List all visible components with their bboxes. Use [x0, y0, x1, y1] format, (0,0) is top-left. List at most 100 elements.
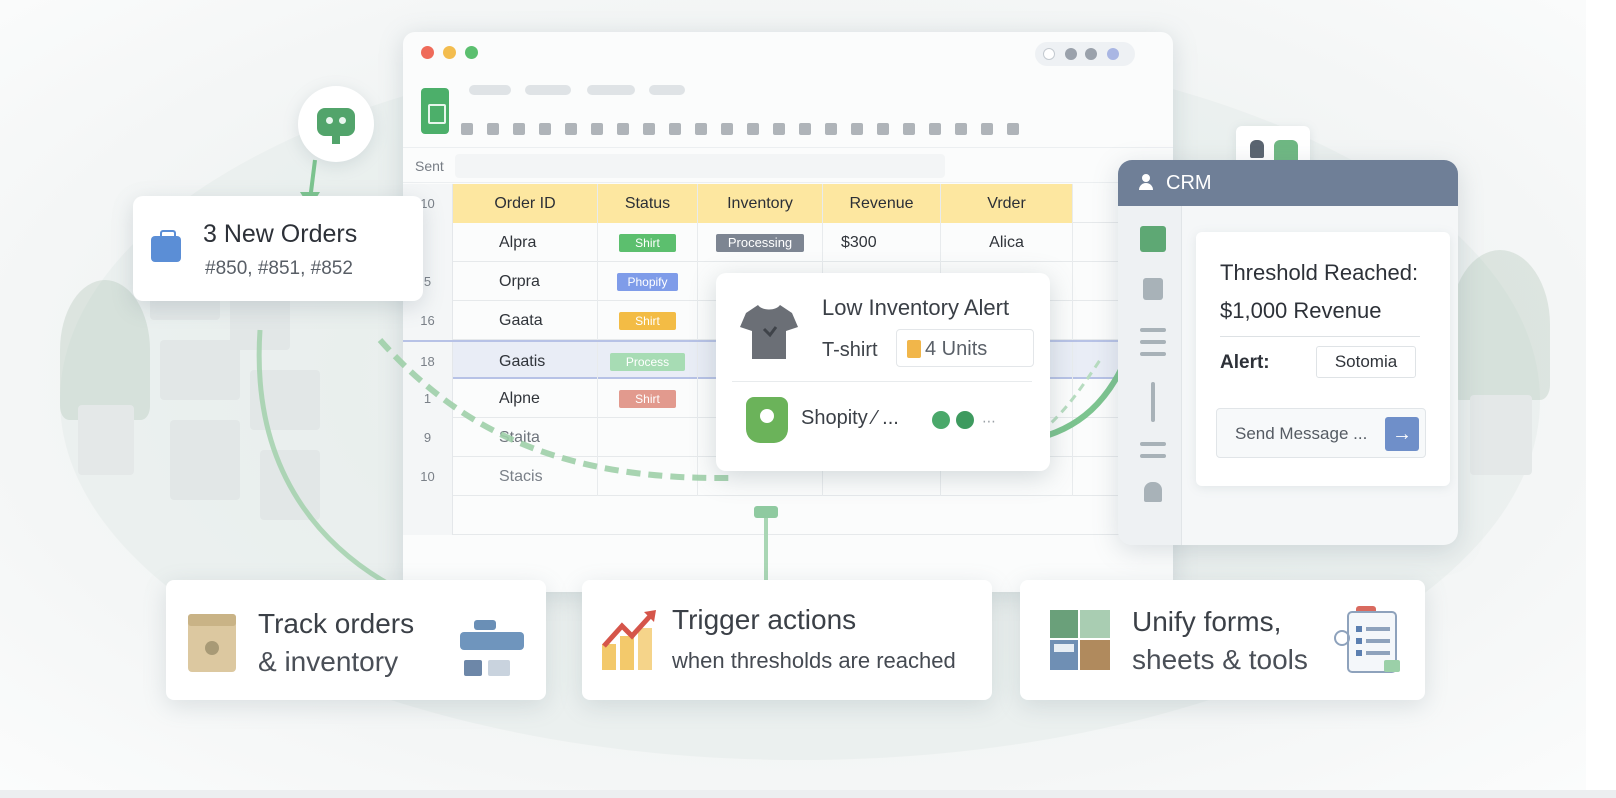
order-id-cell[interactable]: Gaatis — [453, 342, 598, 381]
package-icon — [188, 614, 236, 672]
column-header[interactable]: Vrder — [941, 184, 1073, 223]
inventory-cell[interactable]: Processing — [698, 223, 823, 262]
checklist-icon — [1334, 606, 1400, 673]
block-decoration — [150, 260, 410, 560]
order-id-cell[interactable]: Alpra — [453, 223, 598, 262]
toolbar-icon[interactable] — [643, 123, 655, 135]
menu-item[interactable] — [587, 85, 635, 95]
send-button[interactable]: → — [1385, 417, 1419, 451]
row-number: 18 — [403, 342, 453, 381]
toolbar-icon[interactable] — [617, 123, 629, 135]
low-inventory-alert[interactable]: Low Inventory Alert T-shirt 4 Units Shop… — [716, 273, 1050, 471]
status-badge: Shirt — [619, 311, 676, 330]
order-id-cell[interactable]: Alpne — [453, 379, 598, 418]
feature-card-trigger: Trigger actions when thresholds are reac… — [582, 580, 992, 700]
feature-title: Unify forms, — [1132, 606, 1282, 637]
toolbar-icon[interactable] — [799, 123, 811, 135]
sidebar-item-sheets[interactable] — [1140, 226, 1166, 252]
toolbar-icon[interactable] — [669, 123, 681, 135]
row-number — [403, 496, 453, 535]
toolbar-icon[interactable] — [929, 123, 941, 135]
row-number: 1 — [403, 379, 453, 418]
toolbar-icon[interactable] — [747, 123, 759, 135]
toolbar-icon[interactable] — [721, 123, 733, 135]
crm-title: CRM — [1166, 172, 1212, 194]
status-cell[interactable]: Process — [598, 342, 698, 381]
close-dot[interactable] — [421, 46, 434, 59]
page-margin — [1586, 0, 1616, 790]
integration-label[interactable]: Shopity ⁄ ... — [801, 407, 899, 430]
alert-item: T-shirt — [822, 339, 878, 361]
revenue-cell[interactable]: $300 — [823, 223, 941, 262]
units-field: 4 Units — [896, 329, 1034, 367]
menu-item[interactable] — [469, 85, 511, 95]
crm-sidebar — [1118, 206, 1182, 545]
pot-decoration — [78, 405, 134, 475]
status-cell[interactable]: Shirt — [598, 223, 698, 262]
column-header[interactable]: Status — [598, 184, 698, 223]
status-cell[interactable] — [598, 418, 698, 457]
more-icon[interactable]: ⋯ — [982, 413, 996, 430]
plant-decoration — [1450, 250, 1550, 400]
sync-icon — [956, 411, 974, 429]
feature-subtitle: sheets & tools — [1132, 644, 1308, 675]
toolbar-icon[interactable] — [851, 123, 863, 135]
toolbar-icon[interactable] — [825, 123, 837, 135]
toolbar-icon[interactable] — [955, 123, 967, 135]
send-message-input[interactable]: Send Message ... → — [1216, 408, 1426, 458]
row-number: 10 — [403, 457, 453, 496]
toolbar-icon[interactable] — [513, 123, 525, 135]
status-dot-icon — [932, 411, 950, 429]
minimize-dot[interactable] — [443, 46, 456, 59]
status-badge: Shirt — [619, 233, 676, 252]
crm-panel: CRM Threshold Reached: $1,000 Revenue Al… — [1118, 160, 1458, 545]
menu-item[interactable] — [525, 85, 571, 95]
plant-decoration — [60, 280, 150, 420]
status-cell[interactable] — [598, 457, 698, 496]
table-header-row: 10 Order ID Status Inventory Revenue Vrd… — [403, 184, 1173, 223]
tshirt-icon — [740, 305, 798, 359]
trend-up-icon — [602, 610, 656, 670]
column-header[interactable]: Revenue — [823, 184, 941, 223]
toolbar-icon[interactable] — [877, 123, 889, 135]
units-value: 4 Units — [925, 338, 988, 360]
toolbar-icon[interactable] — [1007, 123, 1019, 135]
status-cell[interactable]: Shirt — [598, 301, 698, 340]
status-cell[interactable]: Phopify — [598, 262, 698, 301]
feature-title: Track orders — [258, 608, 415, 639]
hero-illustration: Sent 10 Order ID Status Inventory Revenu… — [0, 0, 1586, 790]
toolbar-icon[interactable] — [539, 123, 551, 135]
toolbar-icon[interactable] — [773, 123, 785, 135]
toolbar-icon[interactable] — [565, 123, 577, 135]
stock-icon — [907, 340, 921, 358]
column-header[interactable]: Order ID — [453, 184, 598, 223]
window-controls[interactable] — [1035, 42, 1135, 66]
toolbar-icon[interactable] — [461, 123, 473, 135]
order-id-cell[interactable]: Staita — [453, 418, 598, 457]
order-id-cell[interactable]: Stacis — [453, 457, 598, 496]
new-orders-title: 3 New Orders — [203, 220, 358, 248]
table-row[interactable]: Alpra Shirt Processing $300 Alica — [403, 223, 1173, 262]
new-orders-card[interactable]: 3 New Orders #850, #851, #852 — [133, 196, 423, 301]
order-id-cell[interactable]: Orpra — [453, 262, 598, 301]
toolbar-icon[interactable] — [591, 123, 603, 135]
formula-input[interactable] — [455, 154, 945, 178]
sidebar-item-home[interactable] — [1144, 482, 1162, 502]
order-id-cell[interactable]: Gaata — [453, 301, 598, 340]
feature-subtitle: & inventory — [258, 646, 399, 677]
new-orders-ids: #850, #851, #852 — [205, 258, 353, 279]
toolbar-icon[interactable] — [487, 123, 499, 135]
vendor-cell[interactable]: Alica — [941, 223, 1073, 262]
alert-recipient-field[interactable]: Sotomia — [1316, 346, 1416, 378]
toolbar-icon[interactable] — [695, 123, 707, 135]
toolbar-icon[interactable] — [981, 123, 993, 135]
table-row[interactable] — [403, 496, 1173, 535]
menu-item[interactable] — [649, 85, 685, 95]
sidebar-item-contacts[interactable] — [1143, 278, 1163, 300]
sheets-logo-icon — [421, 88, 449, 134]
column-header[interactable]: Inventory — [698, 184, 823, 223]
threshold-value: $1,000 Revenue — [1220, 298, 1382, 323]
status-cell[interactable]: Shirt — [598, 379, 698, 418]
maximize-dot[interactable] — [465, 46, 478, 59]
toolbar-icon[interactable] — [903, 123, 915, 135]
